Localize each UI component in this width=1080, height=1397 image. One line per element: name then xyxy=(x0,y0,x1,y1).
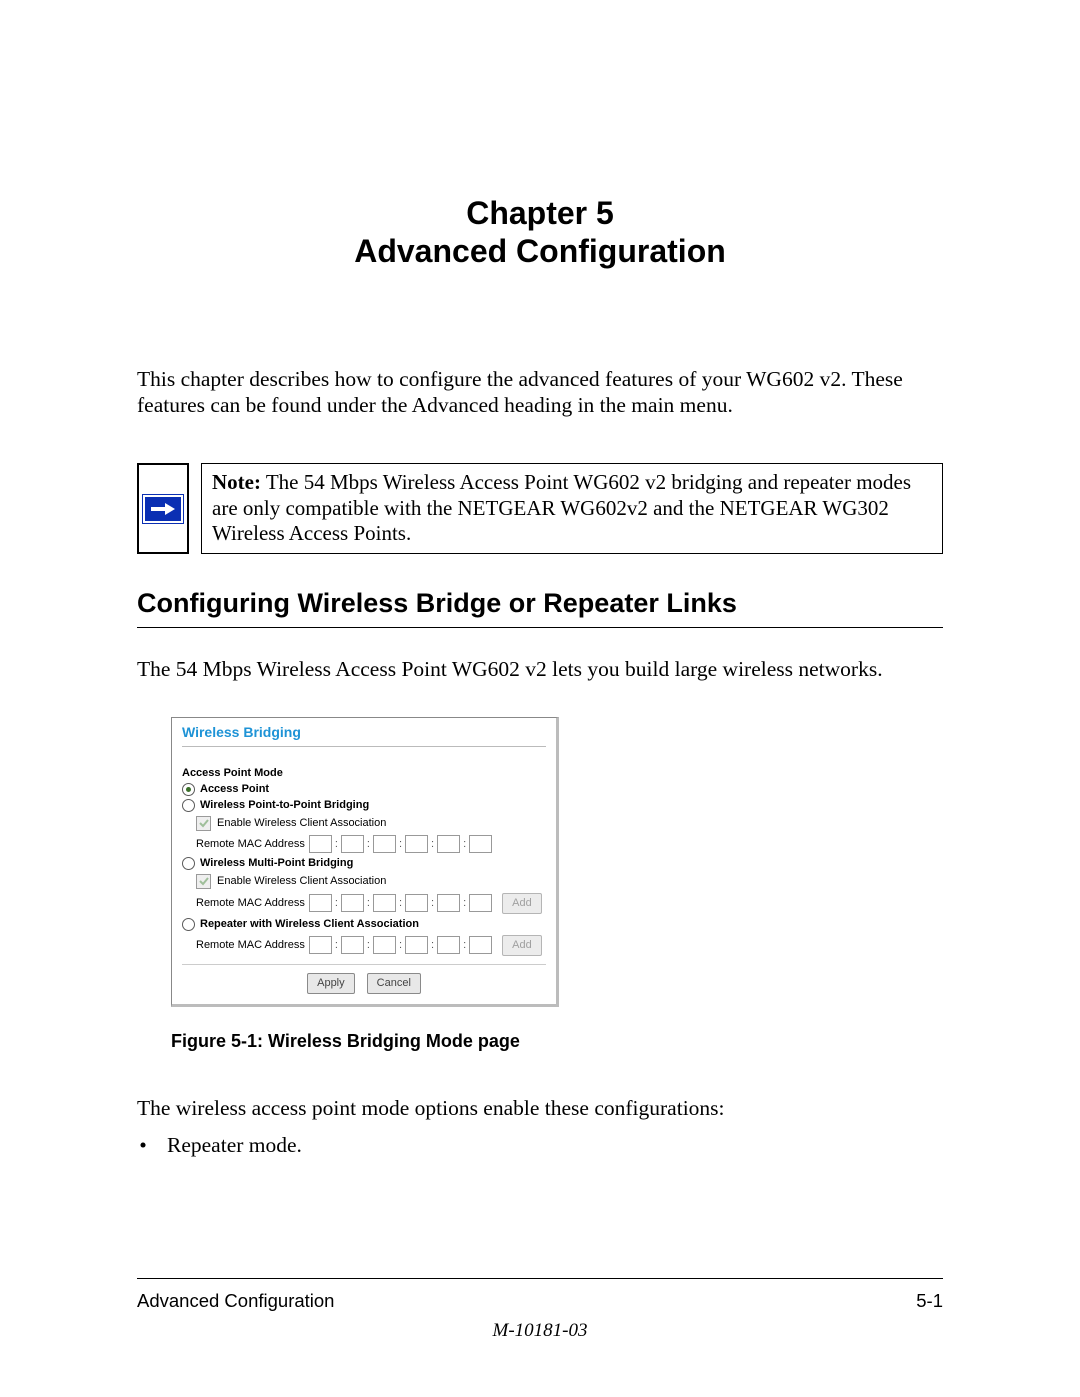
options-intro-paragraph: The wireless access point mode options e… xyxy=(137,1096,943,1121)
note-text: Note: The 54 Mbps Wireless Access Point … xyxy=(201,463,943,554)
radio-icon xyxy=(182,799,195,812)
chapter-intro: This chapter describes how to configure … xyxy=(137,366,943,420)
radio-repeater[interactable]: Repeater with Wireless Client Associatio… xyxy=(182,918,546,931)
mac-octet-input[interactable] xyxy=(373,894,396,912)
chapter-line-1: Chapter 5 xyxy=(137,195,943,233)
note-body: The 54 Mbps Wireless Access Point WG602 … xyxy=(212,470,911,545)
radio-icon xyxy=(182,918,195,931)
footer-page-number: 5-1 xyxy=(916,1290,943,1312)
bullet-list: • Repeater mode. xyxy=(137,1133,943,1158)
section-heading: Configuring Wireless Bridge or Repeater … xyxy=(137,588,943,628)
mac-octet-input[interactable] xyxy=(405,835,428,853)
cancel-button[interactable]: Cancel xyxy=(367,973,421,994)
radio-icon xyxy=(182,783,195,796)
chapter-heading: Chapter 5 Advanced Configuration xyxy=(137,195,943,271)
footer-doc-id: M-10181-03 xyxy=(0,1320,1080,1342)
checkbox-icon xyxy=(196,874,211,889)
panel-title: Wireless Bridging xyxy=(172,722,556,746)
mac-octet-input[interactable] xyxy=(309,894,332,912)
wireless-bridging-panel: Wireless Bridging Access Point Mode Acce… xyxy=(171,717,559,1007)
radio-access-point[interactable]: Access Point xyxy=(182,783,546,796)
mac-octet-input[interactable] xyxy=(373,936,396,954)
mac-octet-input[interactable] xyxy=(341,894,364,912)
ptp-remote-mac: Remote MAC Address : : : : : xyxy=(196,835,546,853)
radio-ptp-bridging[interactable]: Wireless Point-to-Point Bridging xyxy=(182,799,546,812)
footer-rule xyxy=(137,1278,943,1279)
mac-octet-input[interactable] xyxy=(437,835,460,853)
arrow-right-icon xyxy=(143,495,183,523)
mac-input-group[interactable]: : : : : : xyxy=(309,894,492,912)
mac-label: Remote MAC Address xyxy=(196,838,305,850)
mac-label: Remote MAC Address xyxy=(196,897,305,909)
mac-octet-input[interactable] xyxy=(405,894,428,912)
mp-options: Enable Wireless Client Association Remot… xyxy=(196,874,546,914)
section-intro-paragraph: The 54 Mbps Wireless Access Point WG602 … xyxy=(137,656,943,683)
radio-label: Repeater with Wireless Client Associatio… xyxy=(200,918,419,930)
note-callout: Note: The 54 Mbps Wireless Access Point … xyxy=(137,463,943,554)
chapter-line-2: Advanced Configuration xyxy=(137,233,943,271)
checkbox-icon xyxy=(196,816,211,831)
mac-octet-input[interactable] xyxy=(469,936,492,954)
mp-remote-mac: Remote MAC Address : : : : : Add xyxy=(196,893,546,914)
mac-octet-input[interactable] xyxy=(437,936,460,954)
radio-label: Wireless Multi-Point Bridging xyxy=(200,857,353,869)
bullet-text: Repeater mode. xyxy=(167,1133,302,1158)
radio-label: Access Point xyxy=(200,783,269,795)
mac-octet-input[interactable] xyxy=(373,835,396,853)
figure-wrap: Wireless Bridging Access Point Mode Acce… xyxy=(171,717,943,1052)
mac-octet-input[interactable] xyxy=(469,835,492,853)
ptp-options: Enable Wireless Client Association Remot… xyxy=(196,816,546,853)
checkbox-enable-client-assoc[interactable]: Enable Wireless Client Association xyxy=(196,874,546,889)
mac-input-group[interactable]: : : : : : xyxy=(309,936,492,954)
mac-octet-input[interactable] xyxy=(341,835,364,853)
note-icon-box xyxy=(137,463,189,554)
mac-octet-input[interactable] xyxy=(341,936,364,954)
mac-octet-input[interactable] xyxy=(437,894,460,912)
radio-label: Wireless Point-to-Point Bridging xyxy=(200,799,369,811)
add-button[interactable]: Add xyxy=(502,935,542,956)
apply-button[interactable]: Apply xyxy=(307,973,355,994)
divider xyxy=(182,746,546,747)
mode-heading: Access Point Mode xyxy=(182,767,546,779)
mac-octet-input[interactable] xyxy=(309,835,332,853)
list-item: • Repeater mode. xyxy=(137,1133,943,1158)
figure-caption: Figure 5-1: Wireless Bridging Mode page xyxy=(171,1031,943,1052)
radio-multipoint-bridging[interactable]: Wireless Multi-Point Bridging xyxy=(182,857,546,870)
checkbox-label: Enable Wireless Client Association xyxy=(217,875,386,887)
content-column: Chapter 5 Advanced Configuration This ch… xyxy=(137,195,943,1158)
mac-octet-input[interactable] xyxy=(309,936,332,954)
panel-actions: Apply Cancel xyxy=(182,973,546,994)
panel-body: Access Point Mode Access Point Wireless … xyxy=(172,749,556,994)
mac-octet-input[interactable] xyxy=(405,936,428,954)
mac-label: Remote MAC Address xyxy=(196,939,305,951)
add-button[interactable]: Add xyxy=(502,893,542,914)
checkbox-label: Enable Wireless Client Association xyxy=(217,817,386,829)
page: Chapter 5 Advanced Configuration This ch… xyxy=(0,0,1080,1397)
rep-options: Remote MAC Address : : : : : Add xyxy=(196,935,546,956)
rep-remote-mac: Remote MAC Address : : : : : Add xyxy=(196,935,546,956)
mac-octet-input[interactable] xyxy=(469,894,492,912)
radio-icon xyxy=(182,857,195,870)
mac-input-group[interactable]: : : : : : xyxy=(309,835,492,853)
bullet-icon: • xyxy=(137,1133,149,1158)
checkbox-enable-client-assoc[interactable]: Enable Wireless Client Association xyxy=(196,816,546,831)
divider xyxy=(182,964,546,965)
footer-section-name: Advanced Configuration xyxy=(137,1290,334,1312)
note-label: Note: xyxy=(212,470,261,494)
